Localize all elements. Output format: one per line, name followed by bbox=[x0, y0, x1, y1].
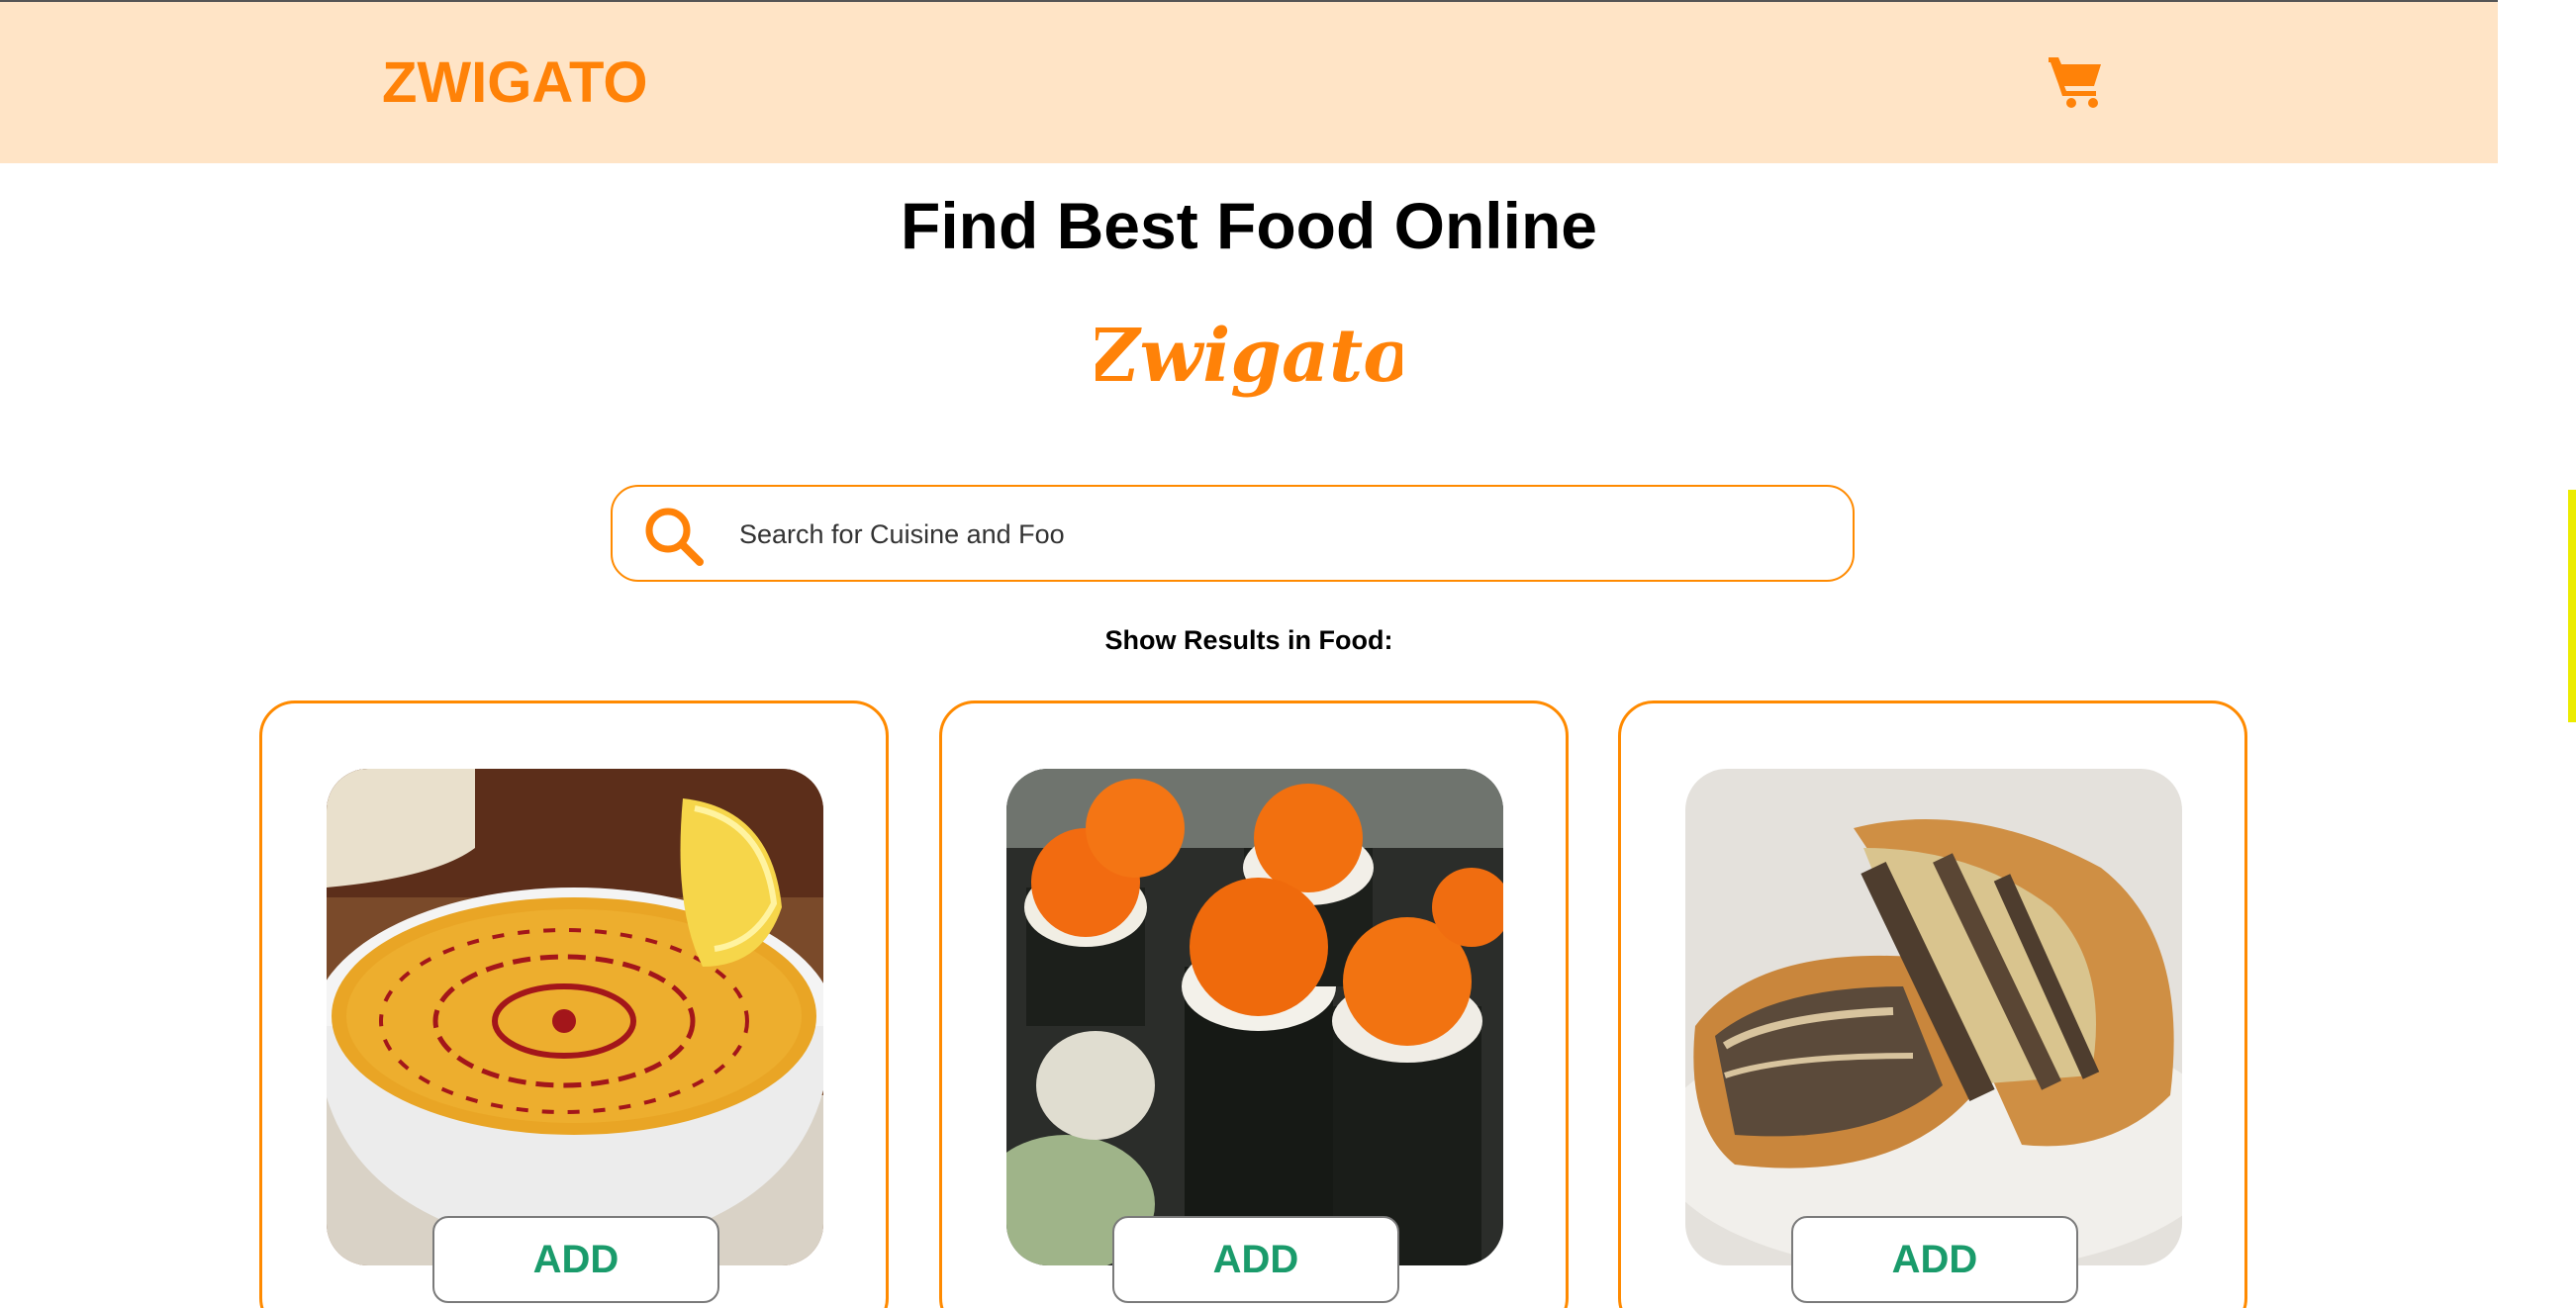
svg-text:Zwigato: Zwigato bbox=[1096, 314, 1402, 399]
add-button[interactable]: ADD bbox=[432, 1216, 719, 1303]
search-icon[interactable] bbox=[642, 505, 706, 568]
add-button[interactable]: ADD bbox=[1112, 1216, 1399, 1303]
meat-pie-image bbox=[1685, 769, 2182, 1265]
page-title: Find Best Food Online bbox=[901, 189, 1597, 262]
navbar: ZWIGATO bbox=[0, 2, 2498, 163]
zwigato-logo: Zwigato bbox=[1096, 314, 1402, 399]
results-label: Show Results in Food: bbox=[1104, 625, 1393, 655]
scrollbar-thumb[interactable] bbox=[2568, 490, 2576, 722]
sushi-roll-image bbox=[1006, 769, 1503, 1265]
search-input[interactable] bbox=[739, 511, 1808, 558]
food-card-sushi: ADD bbox=[939, 701, 1569, 1308]
food-card-soup: ADD bbox=[259, 701, 889, 1308]
add-button[interactable]: ADD bbox=[1791, 1216, 2078, 1303]
cart-icon[interactable] bbox=[2047, 51, 2106, 111]
food-card-pie: ADD bbox=[1618, 701, 2247, 1308]
brand-name[interactable]: ZWIGATO bbox=[382, 49, 647, 116]
lentil-soup-image bbox=[327, 769, 823, 1265]
search-bar[interactable] bbox=[611, 485, 1855, 582]
